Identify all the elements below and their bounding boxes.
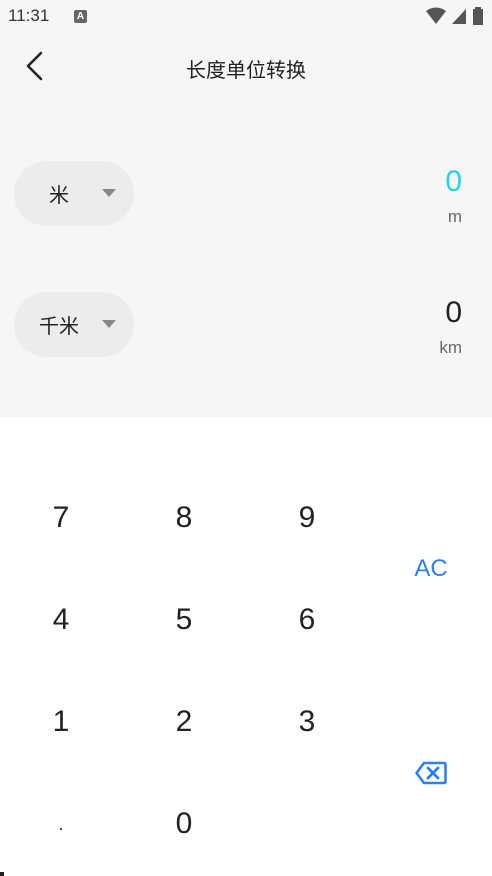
page-title: 长度单位转换 [186,58,306,82]
converter-panel: 米 0 m 千米 0 km [0,99,492,417]
from-value[interactable]: 0 [445,165,462,199]
key-2[interactable]: 2 [129,682,239,762]
key-0[interactable]: 0 [129,784,239,864]
caret-down-icon [102,189,116,197]
key-3[interactable]: 3 [252,682,362,762]
to-unit-label: 千米 [39,314,79,338]
key-9[interactable]: 9 [252,478,362,558]
wifi-icon [425,7,446,24]
backspace-icon [415,761,447,785]
from-unit-row: 米 0 m [0,161,492,229]
to-unit-symbol: km [439,338,462,357]
key-7[interactable]: 7 [6,478,116,558]
keypad: 7 8 9 4 5 6 1 2 3 . 0 AC [0,417,492,876]
to-unit-dropdown[interactable]: 千米 [14,292,134,357]
key-5[interactable]: 5 [129,580,239,660]
key-decimal[interactable]: . [6,784,116,864]
caret-down-icon [102,320,116,328]
delete-button[interactable] [376,733,486,813]
key-4[interactable]: 4 [6,580,116,660]
status-time: 11:31 [8,6,50,25]
from-unit-symbol: m [447,207,462,226]
to-value[interactable]: 0 [445,296,462,330]
status-bar: 11:31 A [0,0,492,33]
battery-icon [473,7,483,25]
to-unit-row: 千米 0 km [0,292,492,360]
key-6[interactable]: 6 [252,580,362,660]
signal-icon [451,9,466,24]
from-unit-dropdown[interactable]: 米 [14,161,134,226]
app-header: 长度单位转换 [0,33,492,99]
notification-a-icon: A [74,10,87,23]
status-icons [425,7,484,25]
clear-button[interactable]: AC [376,529,486,609]
key-8[interactable]: 8 [129,478,239,558]
screen-corner-artifact [0,872,4,876]
key-1[interactable]: 1 [6,682,116,762]
from-unit-label: 米 [49,183,69,207]
